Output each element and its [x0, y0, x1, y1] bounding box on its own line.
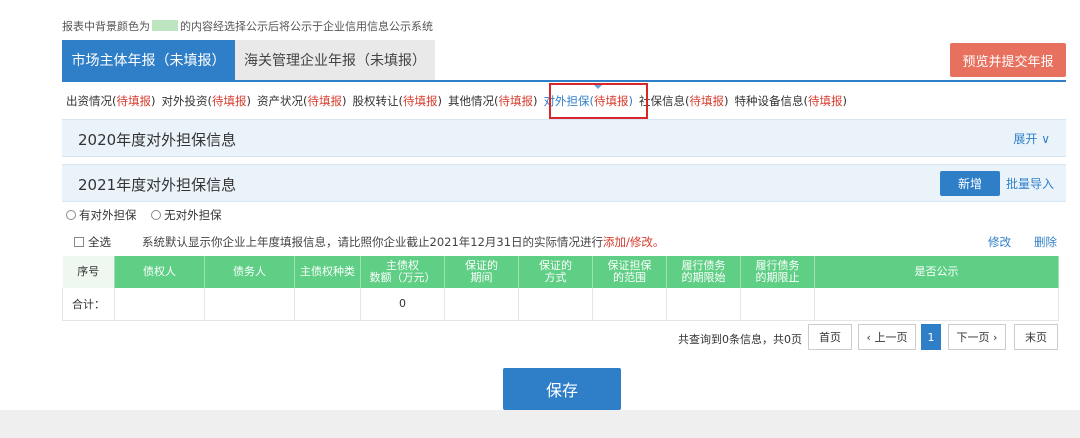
table-cell — [518, 288, 593, 321]
subnav-item-investment[interactable]: 对外投资(待填报) — [162, 93, 252, 109]
radio-circle-icon — [66, 210, 76, 220]
active-subnav-highlight — [549, 83, 648, 119]
table-cell — [666, 288, 741, 321]
default-data-hint: 系统默认显示你企业上年度填报信息，请比照你企业截止2021年12月31日的实际情… — [142, 235, 665, 249]
panel-2020-title: 2020年度对外担保信息 — [78, 131, 237, 149]
guarantee-radio-group: 有对外担保 无对外担保 — [66, 207, 222, 223]
table-cell — [294, 288, 361, 321]
select-all-checkbox[interactable]: 全选 — [74, 234, 111, 250]
chevron-left-icon: ‹ — [866, 330, 871, 344]
panel-2021-guarantee: 2021年度对外担保信息 新增 批量导入 — [62, 164, 1066, 202]
table-cell — [114, 288, 205, 321]
table-cell — [740, 288, 815, 321]
save-button[interactable]: 保存 — [503, 368, 621, 410]
first-page-button[interactable]: 首页 — [808, 324, 852, 350]
highlight-color-swatch — [152, 20, 178, 31]
preview-submit-button[interactable]: 预览并提交年报 — [950, 43, 1066, 77]
panel-2021-title: 2021年度对外担保信息 — [78, 176, 237, 194]
expand-toggle[interactable]: 展开 ∨ — [1013, 130, 1050, 147]
column-header: 债权人 — [114, 256, 205, 288]
add-new-button[interactable]: 新增 — [940, 171, 1000, 196]
guarantee-table: 序号 债权人 债务人 主债权种类 主债权 数额（万元） 保证的 期间 保证的 方式 保证担保 … — [62, 256, 1059, 321]
checkbox-icon — [74, 237, 84, 247]
table-cell — [444, 288, 519, 321]
table-header-row: 序号 债权人 债务人 主债权种类 主债权 数额（万元） 保证的 期间 保证的 方式 保证担保 … — [62, 256, 1059, 288]
subnav-item-social-security[interactable]: 社保信息(待填报) — [639, 93, 729, 109]
subnav-item-equity-transfer[interactable]: 股权转让(待填报) — [353, 93, 443, 109]
form-notice: 报表中背景颜色为 的内容经选择公示后将公示于企业信用信息公示系统 — [62, 18, 433, 34]
footer-band — [0, 410, 1080, 438]
column-header: 债务人 — [204, 256, 295, 288]
column-header: 是否公示 — [814, 256, 1059, 288]
column-header: 主债权种类 — [294, 256, 361, 288]
column-header: 履行债务 的期限始 — [666, 256, 741, 288]
notice-text-after: 的内容经选择公示后将公示于企业信用信息公示系统 — [180, 20, 433, 33]
tab-customs-report[interactable]: 海关管理企业年报（未填报） — [235, 40, 435, 80]
panel-2020-guarantee: 2020年度对外担保信息 展开 ∨ — [62, 119, 1066, 157]
edit-link[interactable]: 修改 — [988, 234, 1011, 250]
batch-import-link[interactable]: 批量导入 — [1006, 175, 1054, 192]
table-cell — [814, 288, 1059, 321]
subnav-item-other[interactable]: 其他情况(待填报) — [448, 93, 538, 109]
radio-circle-icon — [151, 210, 162, 220]
subnav-item-special-equipment[interactable]: 特种设备信息(待填报) — [735, 93, 848, 109]
column-header: 序号 — [62, 256, 115, 288]
prev-page-button[interactable]: ‹ 上一页 — [858, 324, 916, 350]
double-chevron-down-icon: ∨ — [1041, 132, 1050, 146]
total-label-cell: 合计： — [62, 288, 115, 321]
column-header: 保证的 方式 — [518, 256, 593, 288]
delete-link[interactable]: 删除 — [1034, 234, 1057, 250]
table-cell — [592, 288, 667, 321]
current-page-button[interactable]: 1 — [921, 324, 941, 350]
radio-has-guarantee[interactable]: 有对外担保 — [66, 208, 137, 222]
column-header: 履行债务 的期限止 — [740, 256, 815, 288]
last-page-button[interactable]: 末页 — [1014, 324, 1058, 350]
section-subnav: 出资情况(待填报) 对外投资(待填报) 资产状况(待填报) 股权转让(待填报) 其他情况… — [66, 93, 853, 109]
pagination-summary: 共查询到0条信息，共0页 — [678, 333, 802, 346]
tab-underline — [62, 80, 1066, 82]
table-cell — [204, 288, 295, 321]
subnav-item-capital[interactable]: 出资情况(待填报) — [66, 93, 156, 109]
subnav-item-assets[interactable]: 资产状况(待填报) — [257, 93, 347, 109]
notice-text-before: 报表中背景颜色为 — [62, 20, 150, 33]
table-total-row: 合计： 0 — [62, 288, 1059, 321]
column-header: 保证担保 的范围 — [592, 256, 667, 288]
table-cell: 0 — [360, 288, 445, 321]
chevron-right-icon: › — [993, 330, 998, 344]
tab-market-entity-report[interactable]: 市场主体年报（未填报） — [62, 40, 235, 80]
column-header: 保证的 期间 — [444, 256, 519, 288]
column-header: 主债权 数额（万元） — [360, 256, 445, 288]
next-page-button[interactable]: 下一页 › — [948, 324, 1006, 350]
radio-no-guarantee[interactable]: 无对外担保 — [151, 208, 222, 222]
